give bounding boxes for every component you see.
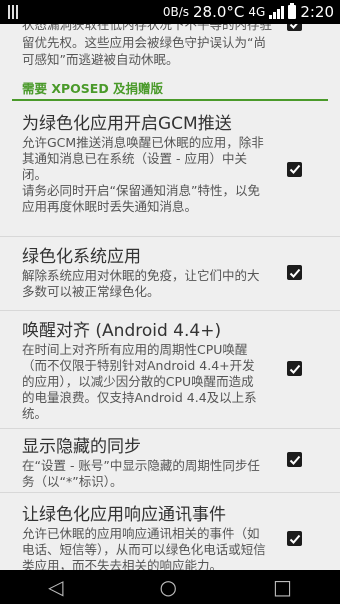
partial-checkbox[interactable] — [287, 24, 302, 31]
pref-comm-events[interactable]: 让绿色化应用响应通讯事件 允许已休眠的应用响应通讯相关的事件（如电话、短信等），… — [0, 492, 340, 570]
temperature: 28.0°C — [193, 3, 245, 21]
pref-summary: 在“设置 - 账号”中显示隐藏的周期性同步任务（以“*”标识）。 — [22, 458, 260, 489]
pref-title: 唤醒对齐 (Android 4.4+) — [22, 321, 222, 341]
section-divider — [12, 99, 328, 101]
pref-summary: 在时间上对齐所有应用的周期性CPU唤醒（而不仅限于特别针对Android 4.4… — [22, 342, 257, 421]
pref-summary: 允许已休眠的应用响应通讯相关的事件（如电话、短信等），从而可以绿色化电话或短信类… — [22, 526, 266, 570]
pref-summary: 允许GCM推送消息唤醒已休眠的应用，除非其通知消息已在系统（设置 - 应用）中关… — [22, 135, 264, 214]
battery-icon — [288, 3, 297, 19]
checkmark-icon — [289, 364, 300, 374]
network-speed: 0B/s — [162, 5, 189, 19]
status-bar: 0B/s 28.0°C 4G 2:20 — [0, 0, 340, 24]
section-header: 需要 XPOSED 及捐赠版 — [22, 81, 164, 96]
checkmark-icon — [289, 164, 300, 174]
pref-wakeup-align[interactable]: 唤醒对齐 (Android 4.4+) 在时间上对齐所有应用的周期性CPU唤醒（… — [0, 310, 340, 429]
pref-title: 让绿色化应用响应通讯事件 — [22, 505, 226, 525]
pref-system-apps[interactable]: 绿色化系统应用 解除系统应用对休眠的免疫，让它们中的大多数可以被正常绿色化。 — [0, 236, 340, 311]
signal-icon — [269, 5, 285, 19]
checkmark-icon — [289, 534, 300, 544]
pref-checkbox[interactable] — [287, 361, 302, 376]
pref-checkbox[interactable] — [287, 452, 302, 467]
network-type: 4G — [248, 5, 266, 19]
navigation-bar: ◁ ○ □ — [0, 570, 340, 604]
recents-icon[interactable]: □ — [273, 575, 292, 599]
back-icon[interactable]: ◁ — [48, 575, 63, 599]
checkmark-icon — [289, 455, 300, 465]
pref-checkbox[interactable] — [287, 265, 302, 280]
pref-hidden-sync[interactable]: 显示隐藏的同步 在“设置 - 账号”中显示隐藏的周期性同步任务（以“*”标识）。 — [0, 428, 340, 493]
pref-checkbox[interactable] — [287, 531, 302, 546]
pref-title: 显示隐藏的同步 — [22, 437, 141, 457]
pref-checkbox[interactable] — [287, 161, 302, 177]
pref-title: 绿色化系统应用 — [22, 247, 141, 267]
pref-gcm-push[interactable]: 为绿色化应用开启GCM推送 允许GCM推送消息唤醒已休眠的应用，除非其通知消息已… — [0, 103, 340, 237]
checkmark-icon — [289, 268, 300, 278]
settings-list[interactable]: 状态漏洞获取在低内存状况下不平等的内存驻留优先权。这些应用会被绿色守护误认为“尚… — [0, 24, 340, 570]
notification-icon — [8, 5, 20, 19]
pref-title: 为绿色化应用开启GCM推送 — [22, 114, 232, 134]
pref-summary: 解除系统应用对休眠的免疫，让它们中的大多数可以被正常绿色化。 — [22, 268, 260, 299]
partial-summary: 状态漏洞获取在低内存状况下不平等的内存驻留优先权。这些应用会被绿色守护误认为“尚… — [22, 24, 273, 67]
checkmark-icon — [289, 24, 297, 29]
home-icon[interactable]: ○ — [160, 575, 177, 599]
clock: 2:20 — [300, 3, 334, 21]
